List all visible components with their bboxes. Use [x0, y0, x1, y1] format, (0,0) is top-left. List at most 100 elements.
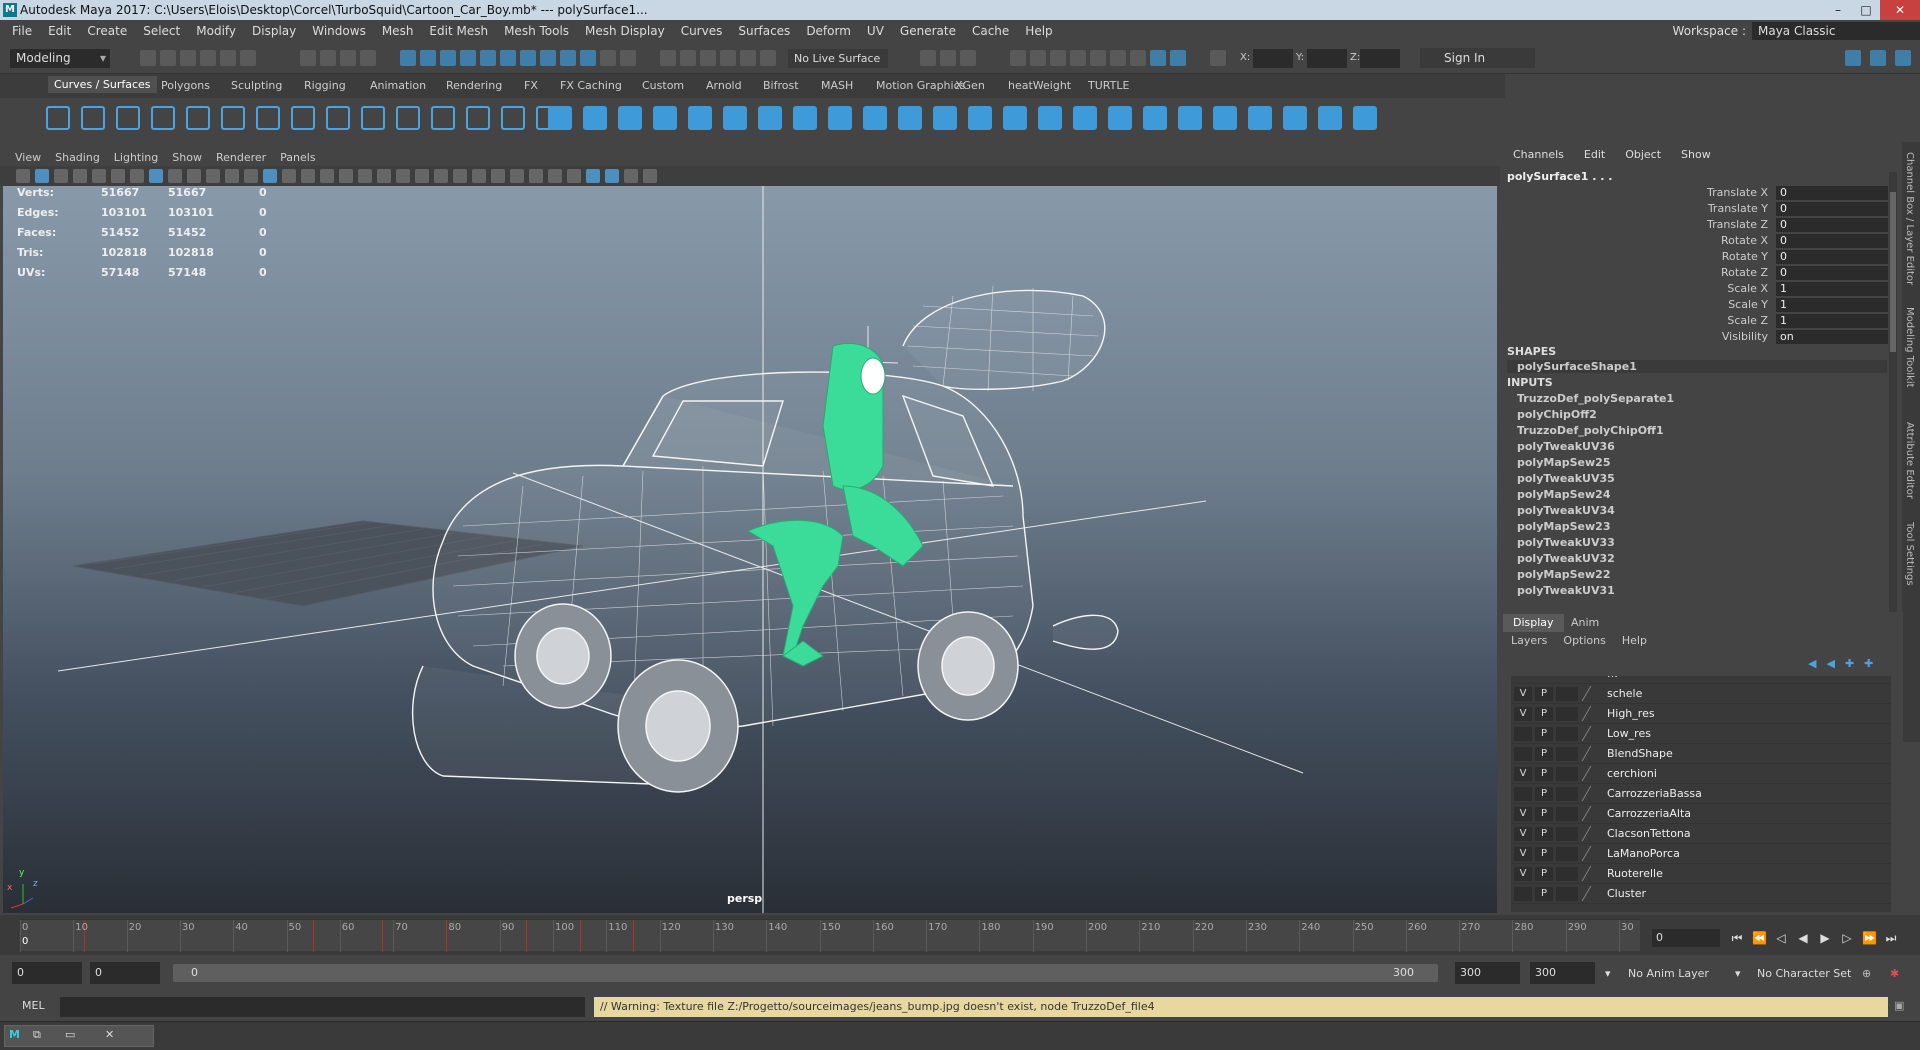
close-icon[interactable]: ✕ [1880, 0, 1920, 20]
shelf-tab-turtle[interactable]: TURTLE [1088, 79, 1129, 92]
panel-toggle-icon[interactable] [1845, 50, 1861, 66]
viewport-tool-icon[interactable] [396, 169, 410, 183]
layer-color-swatch[interactable] [1556, 807, 1578, 821]
attribute-row[interactable]: Scale Z 1 [1503, 314, 1903, 329]
layer-playback-toggle[interactable]: P [1535, 727, 1553, 741]
viewport-tool-icon[interactable] [73, 169, 87, 183]
shelf-curve-tool-icon[interactable] [396, 106, 420, 130]
shelf-tab-curves-surfaces[interactable]: Curves / Surfaces [48, 76, 157, 93]
shelf-curve-tool-icon[interactable] [186, 106, 210, 130]
status-tool-icon[interactable] [340, 50, 356, 66]
layer-playback-toggle[interactable]: P [1535, 827, 1553, 841]
shelf-tab-heatweight[interactable]: heatWeight [1008, 79, 1071, 92]
workspace-dropdown[interactable]: Maya Classic [1752, 22, 1920, 40]
mode-selector[interactable]: Modeling [10, 49, 110, 68]
shelf-tab-mash[interactable]: MASH [821, 79, 853, 92]
viewport-tool-icon[interactable] [586, 169, 600, 183]
status-tool-icon[interactable] [960, 50, 976, 66]
layer-menu-options[interactable]: Options [1555, 634, 1613, 652]
layer-playback-toggle[interactable]: P [1535, 707, 1553, 721]
viewport-tool-icon[interactable] [320, 169, 334, 183]
layer-playback-toggle[interactable]: P [1535, 867, 1553, 881]
attribute-value[interactable]: 0 [1776, 266, 1888, 280]
anim-start-field[interactable]: 0 [12, 962, 82, 984]
status-tool-icon[interactable] [1170, 50, 1186, 66]
keyframe-marker[interactable] [446, 920, 448, 952]
live-surface-field[interactable]: No Live Surface [788, 49, 888, 68]
viewport-menu-view[interactable]: View [8, 151, 48, 164]
input-node[interactable]: polyTweakUV32 [1517, 552, 1615, 565]
panel-toggle-icon[interactable] [1895, 50, 1911, 66]
attribute-value[interactable]: on [1776, 330, 1888, 344]
selected-object-name[interactable]: polySurface1 . . . [1507, 170, 1612, 183]
input-node[interactable]: polyMapSew24 [1517, 488, 1610, 501]
menu-file[interactable]: File [4, 24, 40, 38]
shelf-poly-tool-icon[interactable] [1108, 106, 1132, 130]
viewport-tool-icon[interactable] [206, 169, 220, 183]
layer-tab-display[interactable]: Display [1503, 614, 1564, 632]
layer-color-swatch[interactable] [1556, 847, 1578, 861]
status-tool-icon[interactable] [1110, 50, 1126, 66]
step-forward-frame-icon[interactable]: ▷ [1840, 931, 1854, 945]
status-tool-icon[interactable] [600, 50, 616, 66]
input-node[interactable]: polyTweakUV36 [1517, 440, 1615, 453]
status-tool-icon[interactable] [520, 50, 536, 66]
side-tab-2[interactable]: Attribute Editor [1904, 422, 1915, 499]
shelf-tab-xgen[interactable]: XGen [955, 79, 985, 92]
play-back-icon[interactable]: ◀ [1796, 931, 1810, 945]
step-forward-key-icon[interactable]: ⏩ [1862, 931, 1877, 945]
viewport-tool-icon[interactable] [643, 169, 657, 183]
side-tab-0[interactable]: Channel Box / Layer Editor [1904, 152, 1915, 285]
attribute-row[interactable]: Rotate Y 0 [1503, 250, 1903, 265]
keyframe-marker[interactable] [632, 920, 634, 952]
viewport-tool-icon[interactable] [282, 169, 296, 183]
layer-playback-toggle[interactable]: P [1535, 747, 1553, 761]
menu-mesh-tools[interactable]: Mesh Tools [496, 24, 577, 38]
input-node[interactable]: polyChipOff2 [1517, 408, 1597, 421]
range-slider[interactable]: 0 300 [173, 964, 1438, 982]
shelf-tab-rigging[interactable]: Rigging [304, 79, 346, 92]
shelf-poly-tool-icon[interactable] [898, 106, 922, 130]
layer-color-swatch[interactable] [1556, 687, 1578, 701]
shelf-tab-bifrost[interactable]: Bifrost [763, 79, 799, 92]
minimize-icon[interactable]: – [1824, 0, 1852, 20]
attribute-row[interactable]: Scale Y 1 [1503, 298, 1903, 313]
new-layer-icon[interactable]: ✚ [1845, 657, 1854, 670]
layer-visibility-toggle[interactable]: V [1514, 807, 1532, 821]
shelf-poly-tool-icon[interactable] [653, 106, 677, 130]
taskbar-maya-window[interactable]: M ⧉ ▭ ✕ [4, 1025, 154, 1047]
status-tool-icon[interactable] [720, 50, 736, 66]
keyframe-marker[interactable] [382, 920, 384, 952]
coord-z-input[interactable] [1360, 49, 1400, 68]
status-tool-icon[interactable] [1090, 50, 1106, 66]
shelf-poly-tool-icon[interactable] [1213, 106, 1237, 130]
shelf-curve-tool-icon[interactable] [291, 106, 315, 130]
shelf-tab-fx[interactable]: FX [524, 79, 538, 92]
layer-visibility-toggle[interactable]: V [1514, 827, 1532, 841]
viewport-tool-icon[interactable] [244, 169, 258, 183]
anim-end-field[interactable]: 300 [1530, 962, 1595, 984]
layer-visibility-toggle[interactable]: V [1514, 707, 1532, 721]
layer-row[interactable]: V Pschele [1511, 684, 1891, 704]
status-tool-icon[interactable] [1150, 50, 1166, 66]
input-node[interactable]: TruzzoDef_polySeparate1 [1517, 392, 1674, 405]
attribute-row[interactable]: Rotate Z 0 [1503, 266, 1903, 281]
shelf-curve-tool-icon[interactable] [431, 106, 455, 130]
shelf-tab-polygons[interactable]: Polygons [161, 79, 210, 92]
maximize-icon[interactable]: □ [1852, 0, 1880, 20]
status-tool-icon[interactable] [1010, 50, 1026, 66]
layer-row[interactable]: V P CarrozzeriaAlta [1511, 804, 1891, 824]
shelf-poly-tool-icon[interactable] [548, 106, 572, 130]
shelf-poly-tool-icon[interactable] [1003, 106, 1027, 130]
time-slider[interactable]: 0 10 20 30 40 50 60 70 80 90 100 110 120 130 140 150 160… [0, 915, 1920, 955]
play-forward-icon[interactable]: ▶ [1818, 931, 1832, 945]
go-to-end-icon[interactable]: ⏭ [1884, 931, 1898, 945]
viewport-tool-icon[interactable] [491, 169, 505, 183]
shelf-poly-tool-icon[interactable] [1143, 106, 1167, 130]
menu-windows[interactable]: Windows [304, 24, 374, 38]
layer-row[interactable]: V P LaManoPorca [1511, 844, 1891, 864]
viewport-tool-icon[interactable] [510, 169, 524, 183]
shelf-tab-rendering[interactable]: Rendering [446, 79, 502, 92]
attribute-row[interactable]: Visibility on [1503, 330, 1903, 345]
menu-select[interactable]: Select [135, 24, 188, 38]
